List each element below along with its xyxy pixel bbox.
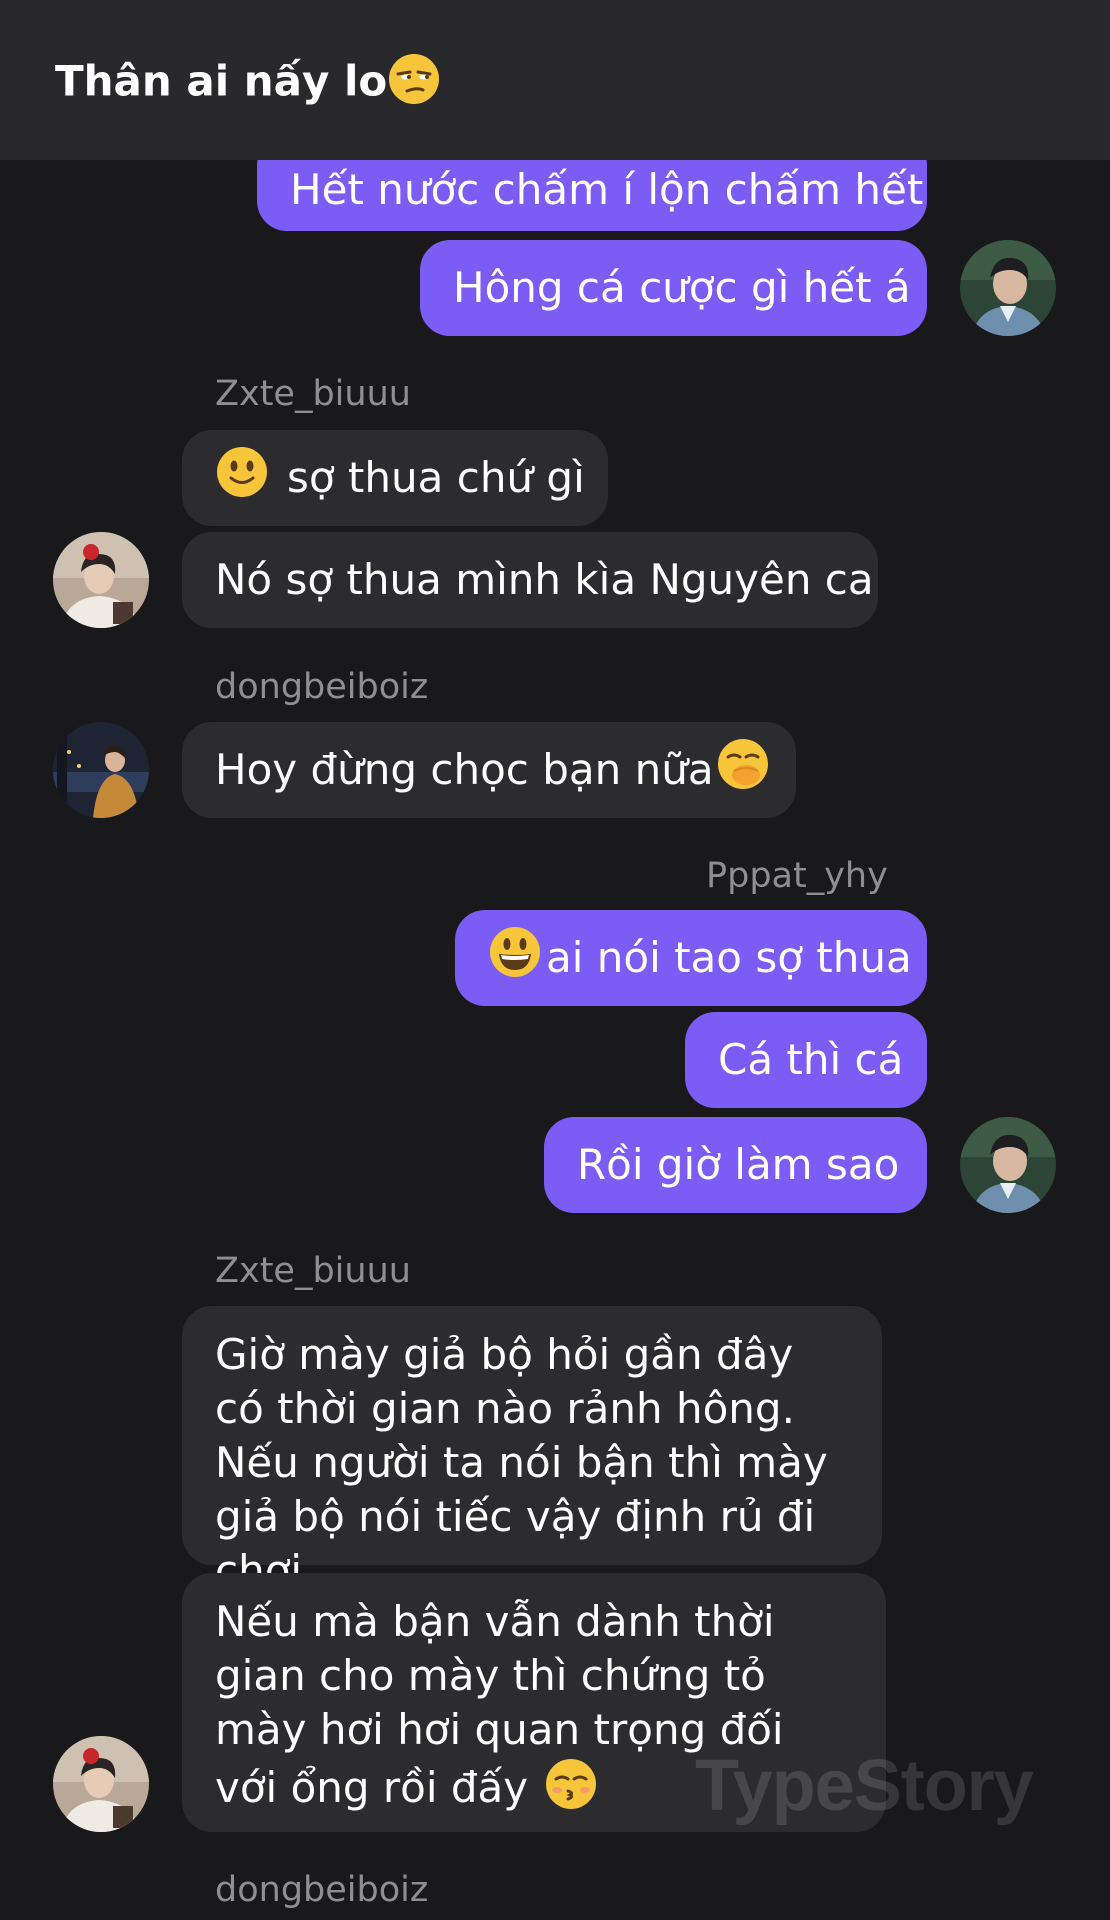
message-text: ai nói tao sợ thua [546, 933, 912, 982]
message-bubble-outgoing[interactable]: Rồi giờ làm sao [544, 1117, 927, 1213]
avatar-zxte-biuuu[interactable] [53, 532, 149, 628]
page-title[interactable]: Thân ai nấy lo [55, 52, 441, 116]
unamused-face-emoji [387, 52, 441, 116]
avatar-zxte-biuuu[interactable] [53, 1736, 149, 1832]
slightly-smiling-face-emoji [215, 445, 269, 512]
sender-name: Pppat_yhy [706, 856, 888, 896]
face-with-hand-over-mouth-emoji [716, 737, 770, 804]
sender-name: dongbeiboiz [215, 667, 429, 707]
message-text: Rồi giờ làm sao [577, 1140, 900, 1189]
message-bubble-incoming[interactable]: Nó sợ thua mình kìa Nguyên ca [182, 532, 878, 628]
sender-name: Zxte_biuuu [215, 374, 411, 414]
kissing-face-emoji [544, 1757, 598, 1824]
grinning-face-emoji [488, 925, 542, 992]
watermark-logo: TypeStory [695, 1746, 1034, 1826]
message-text: Hông cá cược gì hết á [453, 263, 911, 312]
message-text: Giờ mày giả bộ hỏi gần đây có thời gian … [215, 1330, 828, 1595]
sender-name: dongbeiboiz [215, 1870, 429, 1910]
chat-header: Thân ai nấy lo [0, 0, 1110, 160]
chat-thread[interactable]: Hết nước chấm í lộn chấm hết Hông cá cượ… [0, 0, 1110, 1920]
message-text: Hết nước chấm í lộn chấm hết [290, 165, 924, 214]
sender-name: Zxte_biuuu [215, 1251, 411, 1291]
message-text: Hoy đừng chọc bạn nữa [215, 745, 714, 794]
message-bubble-outgoing[interactable]: Cá thì cá [685, 1012, 927, 1108]
chat-title-text: Thân ai nấy lo [55, 56, 388, 106]
avatar-pppat-yhy[interactable] [960, 240, 1056, 336]
message-bubble-incoming[interactable]: Giờ mày giả bộ hỏi gần đây có thời gian … [182, 1306, 882, 1595]
avatar-pppat-yhy[interactable] [960, 1117, 1056, 1213]
message-bubble-outgoing[interactable]: ai nói tao sợ thua [455, 910, 927, 1006]
avatar-dongbeiboiz[interactable] [53, 722, 149, 818]
message-bubble-outgoing[interactable]: Hông cá cược gì hết á [420, 240, 927, 336]
message-bubble-incoming[interactable]: Hoy đừng chọc bạn nữa [182, 722, 796, 818]
message-bubble-incoming[interactable]: sợ thua chứ gì [182, 430, 608, 526]
message-text: Cá thì cá [718, 1035, 904, 1084]
message-text: Nó sợ thua mình kìa Nguyên ca [215, 555, 874, 604]
message-text: sợ thua chứ gì [287, 453, 585, 502]
